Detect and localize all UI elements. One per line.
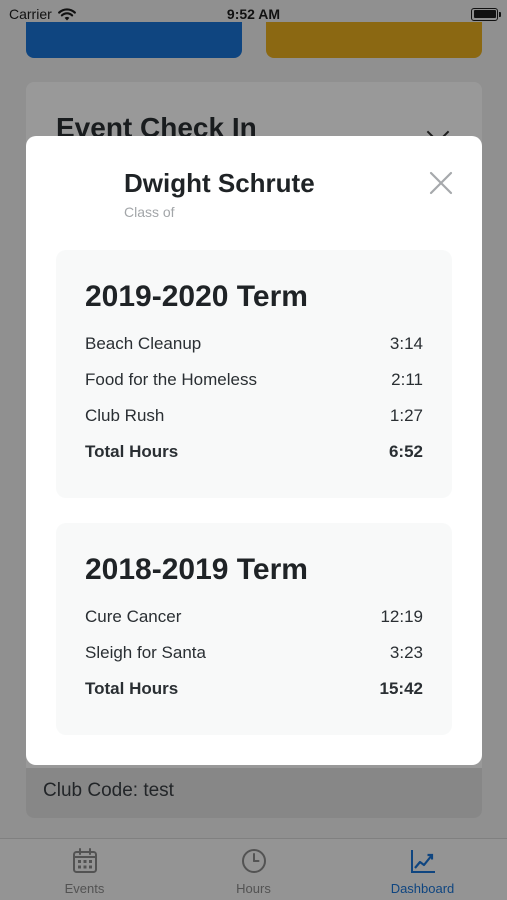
event-hours: 2:11 [391,370,423,389]
hours-row: Cure Cancer 12:19 [85,607,423,643]
event-hours: 3:23 [389,643,423,662]
event-name: Food for the Homeless [85,370,257,389]
event-name: Sleigh for Santa [85,643,206,662]
term-hours-list: Beach Cleanup 3:14 Food for the Homeless… [85,334,423,478]
member-class-label: Class of [124,204,175,220]
term-card: 2018-2019 Term Cure Cancer 12:19 Sleigh … [56,523,452,735]
term-title: 2018-2019 Term [85,553,308,586]
total-hours-label: Total Hours [85,442,179,461]
term-title: 2019-2020 Term [85,280,308,313]
total-hours-value: 15:42 [379,679,423,698]
hours-row: Club Rush 1:27 [85,406,423,442]
hours-row: Sleigh for Santa 3:23 [85,643,423,679]
event-name: Cure Cancer [85,607,182,626]
event-hours: 12:19 [380,607,423,626]
carrier-label: Carrier [9,6,52,22]
close-icon[interactable] [426,168,456,198]
hours-row: Food for the Homeless 2:11 [85,370,423,406]
event-hours: 1:27 [389,406,423,425]
event-name: Beach Cleanup [85,334,202,353]
event-name: Club Rush [85,406,165,425]
total-hours-label: Total Hours [85,679,179,698]
event-hours: 3:14 [389,334,423,353]
battery-icon [471,7,501,21]
term-card: 2019-2020 Term Beach Cleanup 3:14 Food f… [56,250,452,498]
member-name: Dwight Schrute [124,168,315,198]
status-bar: Carrier 9:52 AM [0,0,507,28]
total-hours-value: 6:52 [388,442,423,461]
term-hours-list: Cure Cancer 12:19 Sleigh for Santa 3:23 … [85,607,423,715]
member-hours-modal: Dwight Schrute Class of 2019-2020 Term B… [26,136,482,765]
total-hours-row: Total Hours 15:42 [85,679,423,715]
wifi-icon [57,7,76,20]
hours-row: Beach Cleanup 3:14 [85,334,423,370]
status-left: Carrier [9,6,76,22]
status-time: 9:52 AM [226,6,281,22]
total-hours-row: Total Hours 6:52 [85,442,423,478]
